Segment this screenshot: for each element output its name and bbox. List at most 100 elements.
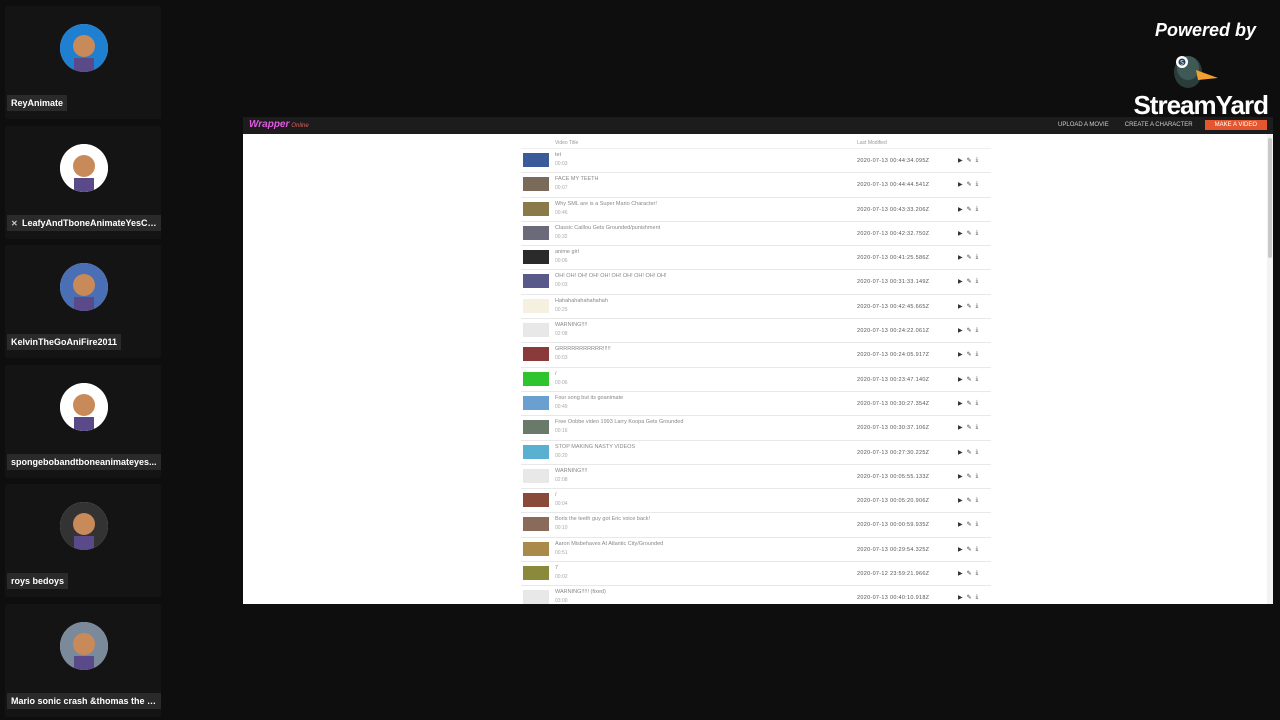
scrollbar-thumb[interactable] bbox=[1268, 138, 1272, 258]
table-row[interactable]: Four song but its goanimate 00:49 2020-07-… bbox=[521, 392, 991, 417]
play-icon[interactable]: ▶ bbox=[958, 303, 963, 310]
download-icon[interactable]: ⤓ bbox=[976, 376, 979, 383]
edit-icon[interactable]: ✎ bbox=[967, 497, 972, 504]
table-row[interactable]: tet 00:03 2020-07-13 00:44:34.095Z ▶ ✎ ⤓ bbox=[521, 149, 991, 174]
edit-icon[interactable]: ✎ bbox=[967, 376, 972, 383]
video-title[interactable]: Boris the teeth guy got Eric voice back! bbox=[555, 516, 650, 522]
edit-icon[interactable]: ✎ bbox=[967, 546, 972, 553]
video-thumbnail[interactable] bbox=[523, 468, 549, 483]
download-icon[interactable]: ⤓ bbox=[976, 181, 979, 188]
participant-tile[interactable]: KelvinTheGoAniFire2011 bbox=[5, 245, 161, 358]
table-row[interactable]: OH! OH! OH! OH! OH! OH! OH! OH! OH! OH! 0… bbox=[521, 270, 991, 295]
download-icon[interactable]: ⤓ bbox=[976, 497, 979, 504]
participant-tile[interactable]: Mario sonic crash &thomas the t... bbox=[5, 603, 161, 717]
download-icon[interactable]: ⤓ bbox=[976, 351, 979, 358]
video-title[interactable]: WARNING!!!! bbox=[555, 468, 588, 474]
table-row[interactable]: Boris the teeth guy got Eric voice back!… bbox=[521, 513, 991, 538]
play-icon[interactable]: ▶ bbox=[958, 157, 963, 164]
video-thumbnail[interactable] bbox=[523, 298, 549, 313]
edit-icon[interactable]: ✎ bbox=[967, 521, 972, 528]
video-title[interactable]: anime girl bbox=[555, 249, 579, 255]
video-title[interactable]: / bbox=[555, 492, 557, 498]
download-icon[interactable]: ⤓ bbox=[976, 278, 979, 285]
edit-icon[interactable]: ✎ bbox=[967, 351, 972, 358]
edit-icon[interactable]: ✎ bbox=[967, 254, 972, 261]
play-icon[interactable]: ▶ bbox=[958, 473, 963, 480]
edit-icon[interactable]: ✎ bbox=[967, 181, 972, 188]
video-thumbnail[interactable] bbox=[523, 274, 549, 289]
video-title[interactable]: Classic Caillou Gets Grounded/punishment bbox=[555, 225, 660, 231]
play-icon[interactable]: ▶ bbox=[958, 400, 963, 407]
download-icon[interactable]: ⤓ bbox=[976, 546, 979, 553]
download-icon[interactable]: ⤓ bbox=[976, 594, 979, 601]
play-icon[interactable]: ▶ bbox=[958, 570, 963, 577]
edit-icon[interactable]: ✎ bbox=[967, 206, 972, 213]
edit-icon[interactable]: ✎ bbox=[967, 327, 972, 334]
download-icon[interactable]: ⤓ bbox=[976, 254, 979, 261]
video-title[interactable]: Aaron Misbehaves At Atlantic City/Ground… bbox=[555, 541, 663, 547]
download-icon[interactable]: ⤓ bbox=[976, 206, 979, 213]
edit-icon[interactable]: ✎ bbox=[967, 303, 972, 310]
video-title[interactable]: Free Oobbe video 1993 Larry Koopa Gets G… bbox=[555, 419, 683, 425]
play-icon[interactable]: ▶ bbox=[958, 278, 963, 285]
play-icon[interactable]: ▶ bbox=[958, 206, 963, 213]
table-row[interactable]: 7 00:02 2020-07-12 23:59:21.966Z ▶ ✎ ⤓ bbox=[521, 562, 991, 587]
wrapper-logo[interactable]: Wrapper Online bbox=[249, 119, 309, 130]
scrollbar[interactable] bbox=[1267, 134, 1273, 604]
video-thumbnail[interactable] bbox=[523, 395, 549, 410]
edit-icon[interactable]: ✎ bbox=[967, 424, 972, 431]
table-row[interactable]: STOP MAKING NASTY VIDEOS 00:20 2020-07-13 … bbox=[521, 441, 991, 465]
video-title[interactable]: WARNING!!!! bbox=[555, 322, 588, 328]
video-thumbnail[interactable] bbox=[523, 177, 549, 192]
play-icon[interactable]: ▶ bbox=[958, 449, 963, 456]
table-row[interactable]: Free Oobbe video 1993 Larry Koopa Gets G… bbox=[521, 416, 991, 441]
participant-tile[interactable]: ✕ LeafyAndTboneAnimateYesCo... bbox=[5, 125, 161, 239]
video-thumbnail[interactable] bbox=[523, 590, 549, 604]
play-icon[interactable]: ▶ bbox=[958, 546, 963, 553]
table-row[interactable]: WARNING!!!!! (fixed) 03:00 2020-07-13 00:4… bbox=[521, 586, 991, 604]
play-icon[interactable]: ▶ bbox=[958, 327, 963, 334]
upload-movie-button[interactable]: UPLOAD A MOVIE bbox=[1054, 120, 1113, 130]
edit-icon[interactable]: ✎ bbox=[967, 157, 972, 164]
edit-icon[interactable]: ✎ bbox=[967, 570, 972, 577]
video-title[interactable]: STOP MAKING NASTY VIDEOS bbox=[555, 444, 635, 450]
participant-tile[interactable]: ReyAnimate bbox=[5, 6, 161, 119]
video-thumbnail[interactable] bbox=[523, 420, 549, 435]
video-thumbnail[interactable] bbox=[523, 347, 549, 362]
video-thumbnail[interactable] bbox=[523, 153, 549, 167]
video-title[interactable]: OH! OH! OH! OH! OH! OH! OH! OH! OH! OH! bbox=[555, 273, 667, 279]
video-thumbnail[interactable] bbox=[523, 250, 549, 265]
download-icon[interactable]: ⤓ bbox=[976, 303, 979, 310]
download-icon[interactable]: ⤓ bbox=[976, 400, 979, 407]
video-thumbnail[interactable] bbox=[523, 566, 549, 581]
video-title[interactable]: Hahahahahahahahah bbox=[555, 298, 608, 304]
play-icon[interactable]: ▶ bbox=[958, 594, 963, 601]
edit-icon[interactable]: ✎ bbox=[967, 400, 972, 407]
download-icon[interactable]: ⤓ bbox=[976, 230, 979, 237]
video-thumbnail[interactable] bbox=[523, 201, 549, 216]
edit-icon[interactable]: ✎ bbox=[967, 278, 972, 285]
play-icon[interactable]: ▶ bbox=[958, 376, 963, 383]
table-row[interactable]: GRRRRRRRRRRR!!!!! 00:03 2020-07-13 00:24:0… bbox=[521, 343, 991, 368]
play-icon[interactable]: ▶ bbox=[958, 230, 963, 237]
table-row[interactable]: / 00:06 2020-07-13 00:23:47.140Z ▶ ✎ ⤓ bbox=[521, 368, 991, 392]
table-row[interactable]: WARNING!!!! 02:08 2020-07-13 00:05:55.133Z… bbox=[521, 465, 991, 490]
video-title[interactable]: Why SML are is a Super Mario Character! bbox=[555, 201, 657, 207]
video-thumbnail[interactable] bbox=[523, 371, 549, 386]
participant-tile[interactable]: spongebobandtboneanimateyes... bbox=[5, 364, 161, 478]
video-title[interactable]: FACE MY TEETH bbox=[555, 176, 599, 182]
table-row[interactable]: anime girl 00:06 2020-07-13 00:41:25.586Z ▶… bbox=[521, 246, 991, 271]
table-row[interactable]: FACE MY TEETH 00:07 2020-07-13 00:44:44.54… bbox=[521, 173, 991, 198]
table-row[interactable]: Classic Caillou Gets Grounded/punishment… bbox=[521, 222, 991, 247]
video-title[interactable]: GRRRRRRRRRRR!!!!! bbox=[555, 346, 611, 352]
table-row[interactable]: Aaron Misbehaves At Atlantic City/Ground… bbox=[521, 538, 991, 563]
video-thumbnail[interactable] bbox=[523, 541, 549, 556]
make-video-button[interactable]: MAKE A VIDEO bbox=[1204, 120, 1267, 130]
download-icon[interactable]: ⤓ bbox=[976, 521, 979, 528]
play-icon[interactable]: ▶ bbox=[958, 424, 963, 431]
download-icon[interactable]: ⤓ bbox=[976, 570, 979, 577]
edit-icon[interactable]: ✎ bbox=[967, 449, 972, 456]
create-character-button[interactable]: CREATE A CHARACTER bbox=[1121, 120, 1197, 130]
table-row[interactable]: WARNING!!!! 02:08 2020-07-13 00:24:22.061Z… bbox=[521, 319, 991, 344]
video-title[interactable]: WARNING!!!!! (fixed) bbox=[555, 589, 606, 595]
